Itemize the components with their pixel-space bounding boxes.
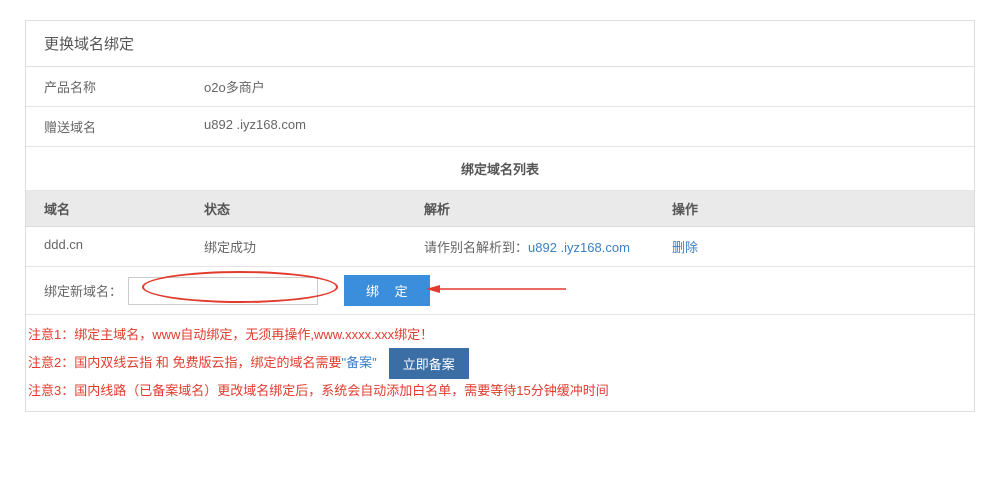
product-label: 产品名称 bbox=[26, 67, 186, 106]
bind-new-domain-row: 绑定新域名： 绑 定 bbox=[26, 267, 974, 315]
annotation-arrow-icon bbox=[426, 285, 566, 305]
th-status: 状态 bbox=[186, 191, 406, 227]
table-row: ddd.cn 绑定成功 请作别名解析到：u892 .iyz168.com 删除 bbox=[26, 227, 974, 267]
th-resolve: 解析 bbox=[406, 191, 654, 227]
domain-list-title: 绑定域名列表 bbox=[26, 147, 974, 191]
gift-domain-value: u892 .iyz168.com bbox=[186, 107, 974, 146]
cell-status: 绑定成功 bbox=[186, 227, 406, 267]
panel-title: 更换域名绑定 bbox=[26, 21, 974, 67]
bind-button[interactable]: 绑 定 bbox=[344, 275, 430, 306]
cell-resolve: 请作别名解析到：u892 .iyz168.com bbox=[406, 227, 654, 267]
gift-domain-label: 赠送域名 bbox=[26, 107, 186, 146]
th-action: 操作 bbox=[654, 191, 974, 227]
cell-domain: ddd.cn bbox=[26, 227, 186, 267]
th-domain: 域名 bbox=[26, 191, 186, 227]
delete-link[interactable]: 删除 bbox=[672, 240, 698, 255]
resolve-prefix: 请作别名解析到： bbox=[424, 240, 528, 255]
gift-domain-row: 赠送域名 u892 .iyz168.com bbox=[26, 107, 974, 147]
resolve-target: u892 .iyz168.com bbox=[528, 240, 630, 255]
cell-action: 删除 bbox=[654, 227, 974, 267]
note-2: 注意2：国内双线云指 和 免费版云指，绑定的域名需要 "备案" 立即备案 bbox=[28, 348, 974, 379]
register-now-button[interactable]: 立即备案 bbox=[389, 348, 469, 379]
product-value: o2o多商户 bbox=[186, 67, 974, 106]
domain-table: 域名 状态 解析 操作 ddd.cn 绑定成功 请作别名解析到：u892 .iy… bbox=[26, 191, 974, 267]
domain-binding-panel: 更换域名绑定 产品名称 o2o多商户 赠送域名 u892 .iyz168.com… bbox=[25, 20, 975, 412]
product-row: 产品名称 o2o多商户 bbox=[26, 67, 974, 107]
new-domain-input[interactable] bbox=[128, 277, 318, 305]
note-1: 注意1：绑定主域名，www自动绑定，无须再操作,www.xxxx.xxx绑定！ bbox=[28, 323, 974, 348]
note-2-text: 注意2：国内双线云指 和 免费版云指，绑定的域名需要 bbox=[28, 351, 341, 376]
bind-label: 绑定新域名： bbox=[44, 281, 122, 300]
notes-block: 注意1：绑定主域名，www自动绑定，无须再操作,www.xxxx.xxx绑定！ … bbox=[26, 315, 974, 411]
note-3: 注意3：国内线路（已备案域名）更改域名绑定后，系统会自动添加白名单，需要等待15… bbox=[28, 379, 974, 404]
note-2-quoted: "备案" bbox=[341, 351, 376, 376]
